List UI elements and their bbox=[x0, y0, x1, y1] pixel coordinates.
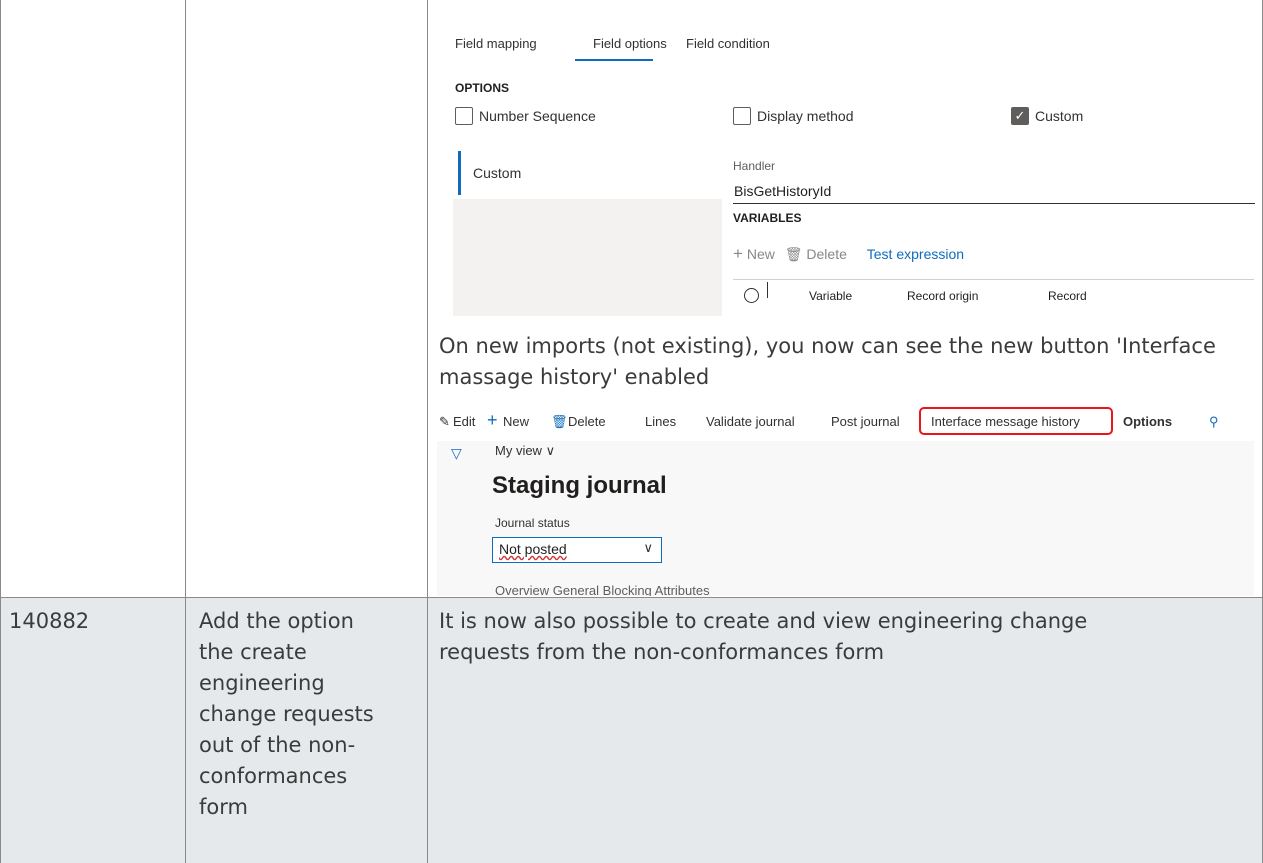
handler-field[interactable]: BisGetHistoryId bbox=[733, 183, 1255, 204]
new-variable-button[interactable]: New bbox=[747, 246, 775, 262]
row-divider bbox=[0, 597, 1263, 598]
options-title: OPTIONS bbox=[455, 81, 510, 95]
detail-line: requests from the non-conformances form bbox=[439, 640, 885, 664]
view-selector[interactable]: My view ∨ bbox=[495, 443, 555, 459]
trash-icon: 🗑 bbox=[551, 414, 568, 429]
highlight-box bbox=[919, 407, 1113, 435]
item-detail: It is now also possible to create and vi… bbox=[439, 606, 1249, 668]
page-title: Staging journal bbox=[492, 472, 667, 499]
list-item-custom[interactable]: Custom bbox=[453, 147, 722, 199]
import-note-text: On new imports (not existing), you now c… bbox=[439, 334, 1216, 389]
title-line: out of the non- bbox=[199, 733, 356, 757]
trash-icon: 🗑 bbox=[784, 246, 803, 262]
checkbox-label: Custom bbox=[1035, 108, 1084, 124]
detail-line: It is now also possible to create and vi… bbox=[439, 609, 1088, 633]
delete-button[interactable]: Delete bbox=[568, 414, 606, 429]
column-header-record[interactable]: Record bbox=[1048, 289, 1087, 303]
column-divider bbox=[427, 0, 428, 863]
validate-journal-button[interactable]: Validate journal bbox=[706, 414, 795, 429]
checkbox-box bbox=[733, 107, 751, 125]
new-button[interactable]: New bbox=[503, 414, 529, 429]
options-list: Custom bbox=[453, 147, 722, 316]
title-line: the create bbox=[199, 640, 307, 664]
pencil-icon: ✎ bbox=[439, 414, 450, 429]
column-separator bbox=[767, 282, 768, 298]
view-name: My view bbox=[495, 443, 542, 458]
selection-indicator bbox=[458, 151, 461, 195]
checkbox-box bbox=[455, 107, 473, 125]
release-notes-table: Field mapping Field options Field condit… bbox=[0, 0, 1263, 863]
journal-status-label: Journal status bbox=[495, 516, 570, 530]
column-header-record-origin[interactable]: Record origin bbox=[907, 289, 978, 303]
journal-status-dropdown[interactable]: Not posted ∨ bbox=[492, 537, 662, 563]
delete-variable-button[interactable]: Delete bbox=[806, 246, 846, 262]
title-line: conformances bbox=[199, 764, 348, 788]
field-options-screenshot: Field mapping Field options Field condit… bbox=[437, 9, 1255, 317]
tab-field-options[interactable]: Field options bbox=[593, 36, 667, 51]
chevron-down-icon: ∨ bbox=[545, 443, 556, 458]
table-border bbox=[0, 0, 1, 863]
number-sequence-checkbox[interactable]: Number Sequence bbox=[455, 107, 596, 125]
lines-button[interactable]: Lines bbox=[645, 414, 676, 429]
test-expression-link[interactable]: Test expression bbox=[867, 246, 964, 262]
list-item-label: Custom bbox=[473, 165, 522, 181]
column-header-variable[interactable]: Variable bbox=[809, 289, 852, 303]
plus-icon: + bbox=[733, 244, 743, 263]
title-line: Add the option bbox=[199, 609, 354, 633]
search-icon[interactable]: ⚲ bbox=[1209, 414, 1219, 430]
tab-field-mapping[interactable]: Field mapping bbox=[455, 36, 537, 51]
checkbox-label: Number Sequence bbox=[479, 108, 596, 124]
variables-title: VARIABLES bbox=[733, 211, 802, 225]
active-tab-indicator bbox=[575, 59, 653, 61]
title-line: engineering bbox=[199, 671, 325, 695]
post-journal-button[interactable]: Post journal bbox=[831, 414, 900, 429]
item-id: 140882 bbox=[9, 609, 90, 633]
checkbox-label: Display method bbox=[757, 108, 854, 124]
display-method-checkbox[interactable]: Display method bbox=[733, 107, 854, 125]
journal-status-value: Not posted bbox=[499, 541, 567, 557]
handler-label: Handler bbox=[733, 159, 776, 173]
custom-checkbox[interactable]: ✓ Custom bbox=[1011, 107, 1083, 125]
title-line: change requests bbox=[199, 702, 374, 726]
plus-icon: + bbox=[487, 410, 498, 430]
item-title: Add the option the create engineering ch… bbox=[199, 606, 419, 823]
staging-journal-screenshot: ✎ Edit + New 🗑 Delete Lines Validate jou… bbox=[437, 405, 1254, 596]
filter-icon[interactable]: ▽ bbox=[451, 445, 462, 462]
options-menu[interactable]: Options bbox=[1123, 414, 1172, 429]
variables-toolbar: + New 🗑 Delete Test expression bbox=[733, 244, 964, 264]
edit-button[interactable]: Edit bbox=[453, 414, 475, 429]
chevron-down-icon: ∨ bbox=[643, 540, 653, 555]
action-pane: ✎ Edit + New 🗑 Delete Lines Validate jou… bbox=[437, 405, 1254, 441]
fasttab-headers: Overview General Blocking Attributes bbox=[495, 583, 710, 596]
checkmark-icon: ✓ bbox=[1011, 107, 1029, 125]
column-divider bbox=[185, 0, 186, 863]
tab-field-condition[interactable]: Field condition bbox=[686, 36, 770, 51]
select-all-radio[interactable] bbox=[744, 288, 759, 303]
variables-grid-header: Variable Record origin Record bbox=[733, 279, 1254, 317]
title-line: form bbox=[199, 795, 248, 819]
